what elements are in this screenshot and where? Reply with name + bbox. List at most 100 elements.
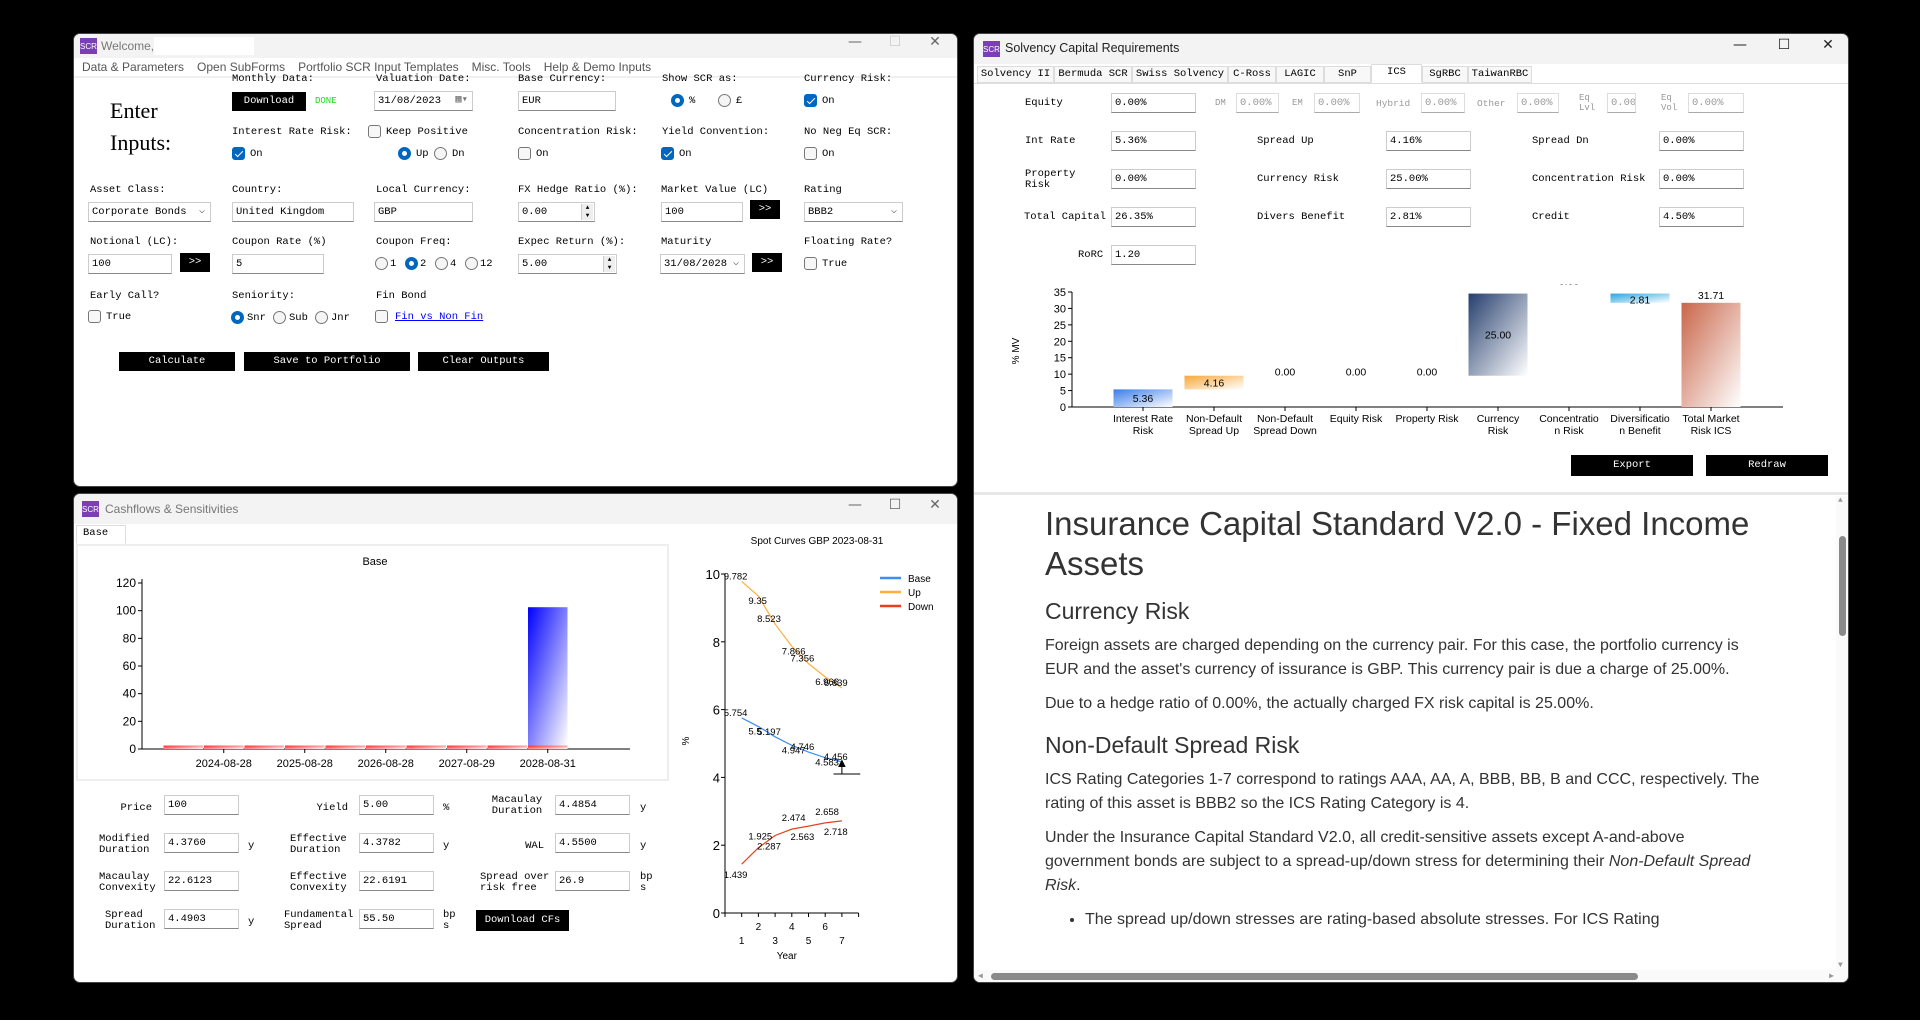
redraw-button[interactable]: Redraw xyxy=(1706,455,1828,476)
maturity-go-button[interactable]: >> xyxy=(752,253,782,272)
wal-field[interactable]: 4.5500 xyxy=(555,833,630,853)
minimize-button[interactable]: — xyxy=(835,497,875,521)
notional-go-button[interactable]: >> xyxy=(180,253,210,272)
menu-data-parameters[interactable]: Data & Parameters xyxy=(82,60,184,74)
minimize-button[interactable]: — xyxy=(835,34,875,58)
fx-hedge-spinner[interactable]: 0.00 ▲ ▼ xyxy=(518,202,595,222)
fin-vs-non-fin-link[interactable]: Fin vs Non Fin xyxy=(395,311,483,323)
currency-risk-field[interactable]: 25.00% xyxy=(1386,169,1471,189)
tab-lagic[interactable]: LAGIC xyxy=(1276,66,1324,83)
spinner-arrows-icon[interactable]: ▲ ▼ xyxy=(581,204,593,220)
coupon-rate-input[interactable]: 5 xyxy=(232,254,324,274)
spread-dn-field[interactable]: 0.00% xyxy=(1659,131,1744,151)
credit-field[interactable]: 4.50% xyxy=(1659,207,1744,227)
yield-convention-checkbox[interactable]: On xyxy=(661,147,692,160)
show-gbp-radio[interactable]: £ xyxy=(718,94,742,107)
int-rate-field[interactable]: 5.36% xyxy=(1111,131,1196,151)
tab-ics[interactable]: ICS xyxy=(1371,64,1422,83)
minimize-button[interactable]: — xyxy=(1720,37,1760,61)
macaulay-duration-field[interactable]: 4.4854 xyxy=(555,795,630,815)
early-call-checkbox[interactable]: True xyxy=(88,310,131,323)
equity-field[interactable]: 0.00% xyxy=(1111,93,1196,113)
download-button[interactable]: Download xyxy=(232,92,306,111)
total-capital-field[interactable]: 26.35% xyxy=(1111,207,1196,227)
effective-duration-field[interactable]: 4.3782 xyxy=(359,833,434,853)
tab-c-ross[interactable]: C-Ross xyxy=(1228,66,1276,83)
calculate-button[interactable]: Calculate xyxy=(119,352,235,371)
expected-return-spinner[interactable]: 5.00 ▲ ▼ xyxy=(518,254,617,274)
scroll-up-arrow[interactable]: ▲ xyxy=(1838,496,1843,505)
interest-rate-risk-checkbox[interactable]: On xyxy=(232,147,263,160)
scroll-left-arrow[interactable]: ◀ xyxy=(978,971,983,981)
horizontal-scrollbar[interactable]: ◀ ▶ xyxy=(974,970,1848,982)
spinner-arrows-icon[interactable]: ▲ ▼ xyxy=(603,256,615,272)
scroll-right-arrow[interactable]: ▶ xyxy=(1829,971,1834,981)
divers-benefit-field[interactable]: 2.81% xyxy=(1386,207,1471,227)
asset-class-select[interactable]: Corporate Bonds xyxy=(88,202,211,222)
tab-solvency-ii[interactable]: Solvency II xyxy=(977,66,1054,83)
coupon-freq-radio-4[interactable]: 4 xyxy=(435,257,456,270)
seniority-snr-radio[interactable]: Snr xyxy=(231,311,266,324)
menu-open-subforms[interactable]: Open SubForms xyxy=(197,60,285,74)
rating-select[interactable]: BBB2 xyxy=(804,202,903,222)
coupon-freq-radio-1[interactable]: 1 xyxy=(375,257,396,270)
show-pct-radio[interactable]: % xyxy=(671,94,695,107)
clear-outputs-button[interactable]: Clear Outputs xyxy=(418,352,549,371)
download-cfs-button[interactable]: Download CFs xyxy=(476,910,569,931)
export-button[interactable]: Export xyxy=(1571,455,1693,476)
country-input[interactable]: United Kingdom xyxy=(232,202,354,222)
menu-misc-tools[interactable]: Misc. Tools xyxy=(472,60,531,74)
seniority-jnr-radio[interactable]: Jnr xyxy=(315,311,350,324)
shock-down-radio[interactable]: Dn xyxy=(434,147,465,160)
save-to-portfolio-button[interactable]: Save to Portfolio xyxy=(244,352,410,371)
local-currency-input[interactable]: GBP xyxy=(374,202,473,222)
effective-convexity-field[interactable]: 22.6191 xyxy=(359,871,434,891)
yield-field[interactable]: 5.00 xyxy=(359,795,434,815)
notional-input[interactable]: 100 xyxy=(88,254,172,274)
shock-up-radio[interactable]: Up xyxy=(398,147,429,160)
close-button[interactable]: ✕ xyxy=(915,34,955,58)
tab-taiwanrbc[interactable]: TaiwanRBC xyxy=(1468,66,1532,83)
coupon-freq-radio-12[interactable]: 12 xyxy=(465,257,493,270)
keep-positive-checkbox[interactable]: Keep Positive xyxy=(368,125,468,138)
modified-duration-field[interactable]: 4.3760 xyxy=(164,833,239,853)
coupon-freq-radio-2[interactable]: 2 xyxy=(405,257,426,270)
tab-base[interactable]: Base xyxy=(76,525,126,544)
property-risk-field[interactable]: 0.00% xyxy=(1111,169,1196,189)
floating-rate-checkbox[interactable]: True xyxy=(804,257,847,270)
seniority-sub-radio[interactable]: Sub xyxy=(273,311,308,324)
currency-risk-checkbox[interactable]: On xyxy=(804,94,835,107)
scroll-down-arrow[interactable]: ▼ xyxy=(1838,961,1843,970)
concentration-risk-field[interactable]: 0.00% xyxy=(1659,169,1744,189)
macaulay-convexity-field[interactable]: 22.6123 xyxy=(164,871,239,891)
calendar-icon[interactable]: ▦▾ xyxy=(455,93,468,108)
vertical-scrollbar[interactable]: ▲ ▼ xyxy=(1836,496,1848,970)
maturity-date-picker[interactable]: 31/08/2028 xyxy=(660,254,745,274)
price-field[interactable]: 100 xyxy=(164,795,239,815)
no-neg-eq-checkbox[interactable]: On xyxy=(804,147,835,160)
menu-portfolio-templates[interactable]: Portfolio SCR Input Templates xyxy=(298,60,459,74)
concentration-risk-checkbox[interactable]: On xyxy=(518,147,549,160)
close-button[interactable]: ✕ xyxy=(1808,37,1848,61)
vertical-scroll-thumb[interactable] xyxy=(1839,536,1846,636)
tab-snp[interactable]: SnP xyxy=(1324,66,1371,83)
close-button[interactable]: ✕ xyxy=(915,497,955,521)
maximize-button[interactable]: ☐ xyxy=(875,497,915,521)
tab-bermuda-scr[interactable]: Bermuda SCR xyxy=(1054,66,1132,83)
fin-bond-checkbox[interactable] xyxy=(375,310,388,323)
rorc-field[interactable]: 1.20 xyxy=(1111,245,1196,265)
horizontal-scroll-thumb[interactable] xyxy=(991,973,1638,980)
menu-help-demo[interactable]: Help & Demo Inputs xyxy=(544,60,651,74)
market-value-input[interactable]: 100 xyxy=(661,202,743,222)
maximize-button[interactable]: ☐ xyxy=(875,34,915,58)
market-value-go-button[interactable]: >> xyxy=(750,200,780,219)
spread-up-field[interactable]: 4.16% xyxy=(1386,131,1471,151)
tab-swiss-solvency[interactable]: Swiss Solvency xyxy=(1132,66,1228,83)
maximize-button[interactable]: ☐ xyxy=(1764,37,1804,61)
spread-duration-field[interactable]: 4.4903 xyxy=(164,909,239,929)
spread-over-rf-field[interactable]: 26.9 xyxy=(555,871,630,891)
base-currency-input[interactable]: EUR xyxy=(518,91,616,111)
fundamental-spread-field[interactable]: 55.50 xyxy=(359,909,434,929)
tab-sgrbc[interactable]: SgRBC xyxy=(1422,66,1468,83)
valuation-date-picker[interactable]: 31/08/2023 ▦▾ xyxy=(374,91,473,111)
